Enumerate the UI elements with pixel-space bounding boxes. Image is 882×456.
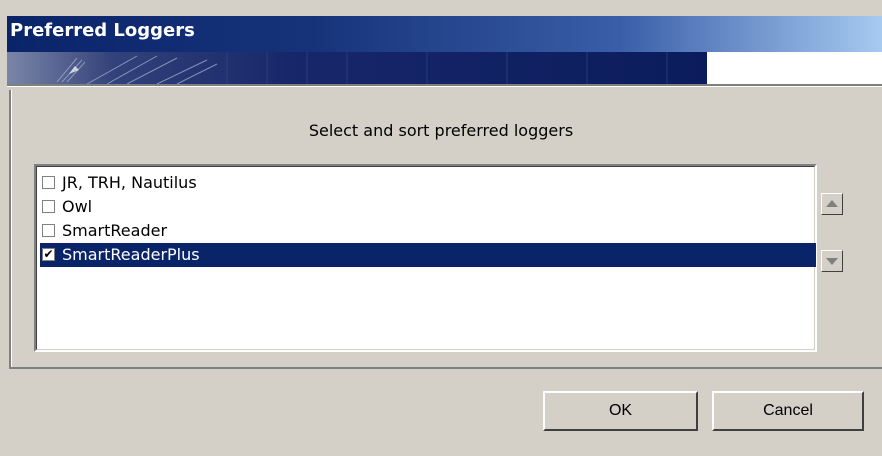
check-mark-icon: ✔ xyxy=(43,247,54,261)
window-title: Preferred Loggers xyxy=(10,20,195,41)
banner-divider xyxy=(7,84,882,87)
ok-button[interactable]: OK xyxy=(543,391,698,431)
header-banner xyxy=(7,52,707,84)
move-up-button[interactable] xyxy=(821,193,843,215)
list-item[interactable]: SmartReader xyxy=(40,219,816,243)
logger-label: SmartReaderPlus xyxy=(62,245,200,264)
list-item[interactable]: Owl xyxy=(40,195,816,219)
list-item[interactable]: JR, TRH, Nautilus xyxy=(40,171,816,195)
banner-blank-area xyxy=(707,52,882,84)
logger-label: SmartReader xyxy=(62,221,168,240)
list-item-selected[interactable]: ✔ SmartReaderPlus xyxy=(40,243,816,267)
instruction-label: Select and sort preferred loggers xyxy=(308,121,574,140)
checkbox-checked[interactable]: ✔ xyxy=(42,248,55,261)
triangle-down-icon xyxy=(826,258,838,265)
logger-listbox[interactable]: JR, TRH, Nautilus Owl SmartReader ✔ Smar… xyxy=(34,164,817,352)
checkbox[interactable] xyxy=(42,224,55,237)
title-bar[interactable]: Preferred Loggers xyxy=(7,16,882,52)
logger-label: Owl xyxy=(62,197,93,216)
checkbox[interactable] xyxy=(42,200,55,213)
move-down-button[interactable] xyxy=(821,250,843,272)
triangle-up-icon xyxy=(826,200,838,207)
cancel-button[interactable]: Cancel xyxy=(712,391,864,431)
banner-graphic-icon xyxy=(56,52,668,84)
logger-label: JR, TRH, Nautilus xyxy=(62,173,197,192)
checkbox[interactable] xyxy=(42,176,55,189)
